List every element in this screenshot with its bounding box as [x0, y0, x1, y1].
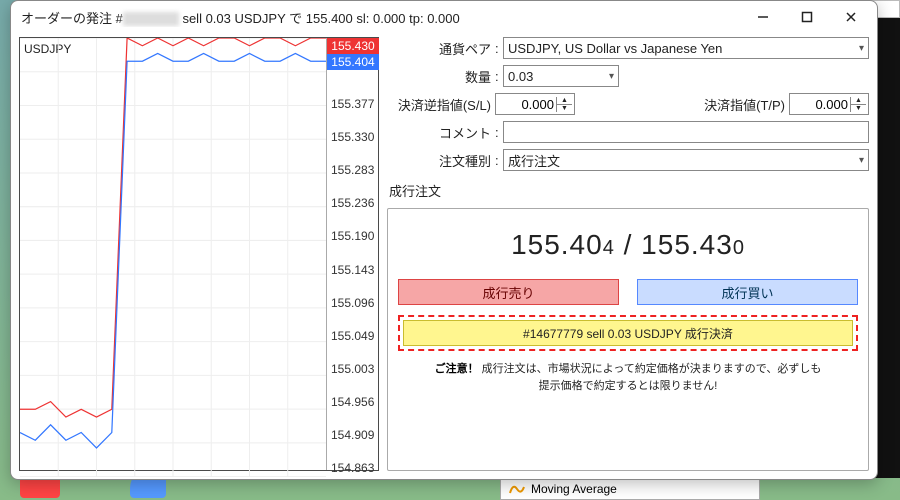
- pair-label: 通貨ペア: [387, 39, 495, 58]
- background-indicator-row: Moving Average: [500, 478, 760, 500]
- sl-step-down[interactable]: ▼: [556, 105, 572, 112]
- wave-icon: [509, 481, 525, 497]
- chart-plot: [20, 38, 326, 477]
- background-chart-sliver: [875, 18, 900, 478]
- redacted-order-id: [123, 12, 179, 26]
- ytick: 155.049: [331, 329, 374, 343]
- minimize-icon: [757, 11, 769, 23]
- minimize-button[interactable]: [741, 3, 785, 31]
- moving-average-label: Moving Average: [531, 482, 617, 496]
- ytick: 154.909: [331, 428, 374, 442]
- ytick: 155.003: [331, 362, 374, 376]
- ytick: 155.330: [331, 130, 374, 144]
- order-type-label: 注文種別: [387, 151, 495, 170]
- order-type-value: 成行注文: [508, 151, 560, 170]
- chart-y-axis: 155.430 155.404 155.377 155.330 155.283 155…: [326, 38, 378, 470]
- pair-value: USDJPY, US Dollar vs Japanese Yen: [508, 41, 722, 56]
- ytick: 155.377: [331, 97, 374, 111]
- volume-label: 数量: [387, 67, 495, 86]
- order-window: オーダーの発注 # sell 0.03 USDJPY で 155.400 sl:…: [10, 0, 878, 480]
- titlebar[interactable]: オーダーの発注 # sell 0.03 USDJPY で 155.400 sl:…: [11, 1, 877, 33]
- maximize-icon: [801, 11, 813, 23]
- tick-chart: USDJPY 155.430 155.404 155.377155.330155…: [19, 37, 379, 471]
- ask-price-label: 155.430: [327, 38, 379, 54]
- tp-step-up[interactable]: ▲: [850, 97, 866, 105]
- maximize-button[interactable]: [785, 3, 829, 31]
- order-section-label: 成行注文: [389, 181, 869, 200]
- order-type-select[interactable]: 成行注文 ▾: [503, 149, 869, 171]
- market-sell-button[interactable]: 成行売り: [398, 279, 619, 305]
- sl-input[interactable]: ▲▼: [495, 93, 575, 115]
- ytick: 155.143: [331, 263, 374, 277]
- ytick: 155.283: [331, 163, 374, 177]
- close-button[interactable]: [829, 3, 873, 31]
- tp-field[interactable]: [790, 97, 850, 112]
- chevron-down-icon: ▾: [859, 155, 864, 166]
- comment-input[interactable]: [503, 121, 869, 143]
- tp-step-down[interactable]: ▼: [850, 105, 866, 112]
- tp-input[interactable]: ▲▼: [789, 93, 869, 115]
- close-position-highlight: #14677779 sell 0.03 USDJPY 成行決済: [398, 315, 858, 351]
- window-title: オーダーの発注 # sell 0.03 USDJPY で 155.400 sl:…: [21, 8, 741, 27]
- comment-label: コメント: [387, 123, 495, 142]
- tp-label: 決済指値(T/P): [689, 95, 789, 114]
- chevron-down-icon: ▾: [859, 43, 864, 54]
- ytick: 155.190: [331, 229, 374, 243]
- sl-label: 決済逆指値(S/L): [387, 95, 495, 114]
- market-buy-button[interactable]: 成行買い: [637, 279, 858, 305]
- pair-select[interactable]: USDJPY, US Dollar vs Japanese Yen ▾: [503, 37, 869, 59]
- quote-display: 155.404 / 155.430: [511, 229, 745, 261]
- ytick: 154.863: [331, 461, 374, 475]
- ytick: 155.096: [331, 296, 374, 310]
- volume-select[interactable]: 0.03 ▾: [503, 65, 619, 87]
- sl-field[interactable]: [496, 97, 556, 112]
- bid-price-label: 155.404: [327, 54, 379, 70]
- close-icon: [845, 11, 857, 23]
- close-position-button[interactable]: #14677779 sell 0.03 USDJPY 成行決済: [403, 320, 853, 346]
- market-order-panel: 155.404 / 155.430 成行売り 成行買い #14677779 se…: [387, 208, 869, 471]
- chevron-down-icon: ▾: [609, 71, 614, 82]
- ytick: 154.956: [331, 395, 374, 409]
- volume-value: 0.03: [508, 69, 533, 84]
- ytick: 155.236: [331, 196, 374, 210]
- sl-step-up[interactable]: ▲: [556, 97, 572, 105]
- market-order-warning: ご注意！ 成行注文は、市場状況によって約定価格が決まりますので、必ずしも 提示価…: [435, 361, 822, 394]
